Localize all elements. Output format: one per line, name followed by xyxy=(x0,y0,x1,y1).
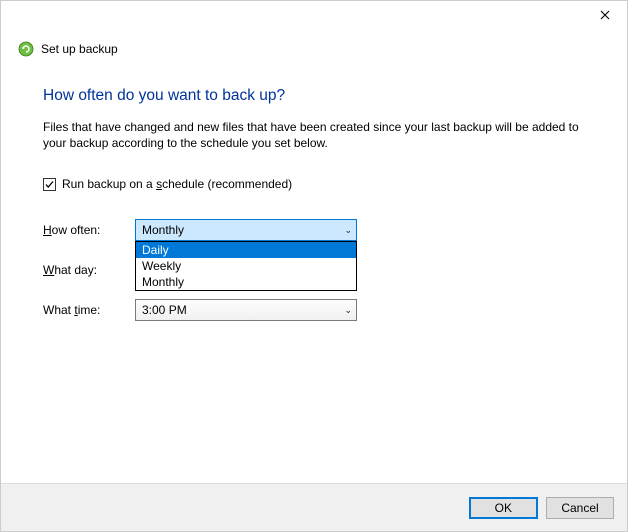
how-often-dropdown: Daily Weekly Monthly xyxy=(135,241,357,291)
button-bar: OK Cancel xyxy=(1,483,627,531)
what-time-combo[interactable]: 3:00 PM ⌄ xyxy=(135,299,357,321)
schedule-checkbox[interactable] xyxy=(43,178,56,191)
window-title: Set up backup xyxy=(41,42,118,56)
page-heading: How often do you want to back up? xyxy=(43,87,585,105)
chevron-down-icon: ⌄ xyxy=(344,305,352,316)
backup-icon xyxy=(18,41,34,57)
how-often-row: How often: Monthly ⌄ Daily Weekly Monthl… xyxy=(43,219,585,241)
content-area: How often do you want to back up? Files … xyxy=(1,57,627,321)
schedule-checkbox-row: Run backup on a schedule (recommended) xyxy=(43,177,585,191)
how-often-combo[interactable]: Monthly ⌄ Daily Weekly Monthly xyxy=(135,219,357,241)
titlebar xyxy=(1,1,627,33)
how-often-label: How often: xyxy=(43,223,135,237)
close-button[interactable] xyxy=(582,1,627,29)
cancel-button[interactable]: Cancel xyxy=(546,497,614,519)
what-time-label: What time: xyxy=(43,303,135,317)
checkmark-icon xyxy=(44,179,55,190)
page-description: Files that have changed and new files th… xyxy=(43,119,585,151)
close-icon xyxy=(600,10,610,20)
chevron-down-icon: ⌄ xyxy=(344,225,352,236)
what-time-value: 3:00 PM xyxy=(142,303,187,317)
ok-button[interactable]: OK xyxy=(469,497,538,519)
option-monthly[interactable]: Monthly xyxy=(136,274,356,290)
what-day-label: What day: xyxy=(43,263,135,277)
option-daily[interactable]: Daily xyxy=(136,242,356,258)
what-time-row: What time: 3:00 PM ⌄ xyxy=(43,299,585,321)
schedule-checkbox-label[interactable]: Run backup on a schedule (recommended) xyxy=(62,177,292,191)
how-often-value: Monthly xyxy=(142,223,184,237)
option-weekly[interactable]: Weekly xyxy=(136,258,356,274)
window-header: Set up backup xyxy=(1,33,627,57)
backup-wizard-window: Set up backup How often do you want to b… xyxy=(0,0,628,532)
